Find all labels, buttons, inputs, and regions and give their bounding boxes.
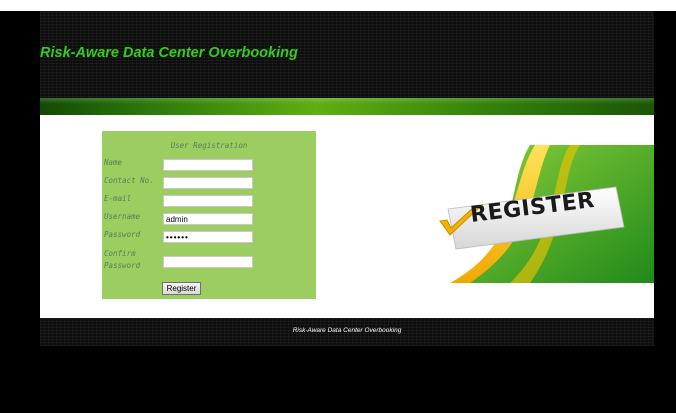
register-banner: REGISTER <box>410 145 654 283</box>
confirm-label: Confirm <box>104 249 136 258</box>
contact-label: Contact No. <box>104 176 154 185</box>
footer-text: Risk-Aware Data Center Overbooking <box>292 327 402 334</box>
username-field[interactable] <box>163 213 253 225</box>
email-field[interactable] <box>163 195 253 207</box>
contact-field[interactable] <box>163 177 253 189</box>
email-label: E-mail <box>104 194 132 203</box>
username-label: Username <box>104 212 141 221</box>
password-label: Password <box>104 230 141 239</box>
register-button[interactable]: Register <box>162 282 201 295</box>
name-label: Name <box>104 158 123 167</box>
site-title: Risk-Aware Data Center Overbooking <box>40 45 298 61</box>
confirm-label-line2: Password <box>104 261 141 270</box>
main-content: User Registration Name Contact No. E-mai… <box>40 115 654 318</box>
name-field[interactable] <box>163 159 253 171</box>
form-heading: User Registration <box>170 141 248 150</box>
confirm-password-field[interactable] <box>163 256 253 268</box>
password-field[interactable] <box>163 231 253 243</box>
registration-form: User Registration Name Contact No. E-mai… <box>102 131 316 299</box>
top-strip <box>0 0 676 11</box>
header-green-bar <box>40 98 654 115</box>
page-wrapper: Risk-Aware Data Center Overbooking User … <box>40 11 654 346</box>
